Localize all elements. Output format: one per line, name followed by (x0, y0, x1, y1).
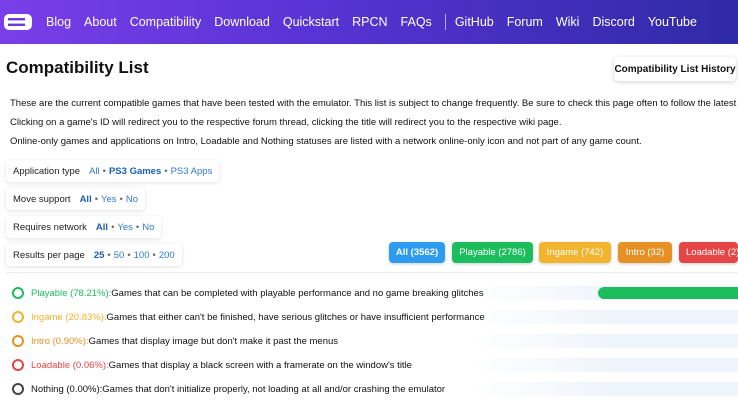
status-name: Ingame (20.83%): (31, 311, 107, 323)
percent-bar-track (470, 358, 738, 372)
filter-option[interactable]: 100 (134, 250, 150, 261)
status-name: Playable (78.21%): (31, 287, 112, 299)
filter-option[interactable]: All (96, 222, 108, 233)
description-line: Online-only games and applications on In… (10, 136, 642, 147)
filter-option[interactable]: All (89, 166, 100, 177)
results-per-page-filter: Results per page 25 • 50 • 100 • 200 (6, 244, 182, 266)
nav-link-discord[interactable]: Discord (592, 15, 634, 29)
percent-bar-track (470, 310, 738, 324)
nav-link-faqs[interactable]: FAQs (401, 15, 432, 29)
filter-option[interactable]: 200 (159, 250, 175, 261)
legend-row-intro: Intro (0.90%): Games that display image … (12, 334, 338, 348)
nav-link-about[interactable]: About (84, 15, 117, 29)
page-title: Compatibility List (6, 58, 149, 77)
nav-link-blog[interactable]: Blog (46, 15, 71, 29)
status-description: Games that don't initialize properly, no… (102, 383, 446, 395)
option-separator: • (135, 221, 140, 233)
nav-link-forum[interactable]: Forum (507, 15, 543, 29)
move-support-filter: Move support All • Yes • No (6, 188, 146, 210)
status-name: Intro (0.90%): (31, 335, 89, 347)
filter-option[interactable]: PS3 Games (109, 166, 161, 177)
playable-status-icon (12, 287, 24, 299)
section-divider (6, 272, 738, 273)
requires-network-filter: Requires network All • Yes • No (6, 216, 162, 238)
filter-option[interactable]: Yes (101, 194, 117, 205)
ingame-status-icon (12, 311, 24, 323)
intro-status-icon (12, 335, 24, 347)
option-separator: • (119, 193, 123, 205)
status-button-loadable[interactable]: Loadable (2) (679, 242, 738, 263)
option-separator: • (107, 249, 111, 261)
filter-option[interactable]: All (80, 194, 92, 205)
filter-label: Requires network (13, 221, 87, 233)
description-line: Clicking on a game's ID will redirect yo… (10, 117, 562, 128)
status-button-playable[interactable]: Playable (2786) (452, 242, 533, 263)
filter-label: Application type (13, 165, 81, 177)
nav-link-youtube[interactable]: YouTube (648, 15, 697, 29)
option-separator: • (127, 249, 131, 261)
status-button-all[interactable]: All (3562) (389, 242, 445, 263)
option-separator: • (111, 221, 115, 233)
application-type-filter: Application type All • PS3 Games • PS3 Apps (6, 160, 220, 182)
nav-divider (444, 14, 446, 30)
description-line: These are the current compatible games t… (10, 98, 738, 109)
filter-option[interactable]: PS3 Apps (171, 166, 213, 177)
nav-link-rpcn[interactable]: RPCN (352, 15, 387, 29)
filter-option[interactable]: No (126, 194, 138, 205)
legend-row-playable: Playable (78.21%): Games that can be com… (12, 286, 484, 300)
loadable-status-icon (12, 359, 24, 371)
filter-label: Move support (13, 193, 71, 205)
option-separator: • (152, 249, 156, 261)
nav-link-wiki[interactable]: Wiki (556, 15, 580, 29)
legend-row-ingame: Ingame (20.83%): Games that either can't… (12, 310, 485, 324)
top-navigation-bar: Blog About Compatibility Download Quicks… (0, 0, 738, 44)
filter-option[interactable]: Yes (117, 222, 133, 233)
option-separator: • (164, 165, 168, 177)
status-button-intro[interactable]: Intro (32) (618, 242, 672, 263)
filter-option[interactable]: 25 (94, 250, 105, 261)
playable-percent-bar (598, 287, 738, 299)
status-name: Nothing (0.00%): (31, 383, 103, 395)
legend-row-nothing: Nothing (0.00%): Games that don't initia… (12, 382, 445, 396)
compatibility-history-button[interactable]: Compatibility List History (614, 57, 736, 81)
filter-option[interactable]: 50 (114, 250, 125, 261)
nav-link-download[interactable]: Download (214, 15, 270, 29)
filter-option[interactable]: No (142, 222, 154, 233)
nav-link-quickstart[interactable]: Quickstart (283, 15, 339, 29)
nav-link-compatibility[interactable]: Compatibility (130, 15, 202, 29)
percent-bar-track (470, 382, 738, 396)
status-description: Games that display image but don't make … (88, 335, 339, 347)
status-name: Loadable (0.06%): (31, 359, 109, 371)
filter-label: Results per page (13, 249, 85, 261)
status-button-ingame[interactable]: Ingame (742) (539, 242, 611, 263)
nothing-status-icon (12, 383, 24, 395)
percent-bar-track (470, 334, 738, 348)
legend-row-loadable: Loadable (0.06%): Games that display a b… (12, 358, 412, 372)
option-separator: • (94, 193, 99, 205)
status-description: Games that can be completed with playabl… (111, 287, 484, 299)
option-separator: • (102, 165, 106, 177)
nav-link-github[interactable]: GitHub (455, 15, 494, 29)
rpcs3-logo-icon[interactable] (3, 12, 33, 32)
status-description: Games that either can't be finished, hav… (106, 311, 485, 323)
status-description: Games that display a black screen with a… (108, 359, 412, 371)
